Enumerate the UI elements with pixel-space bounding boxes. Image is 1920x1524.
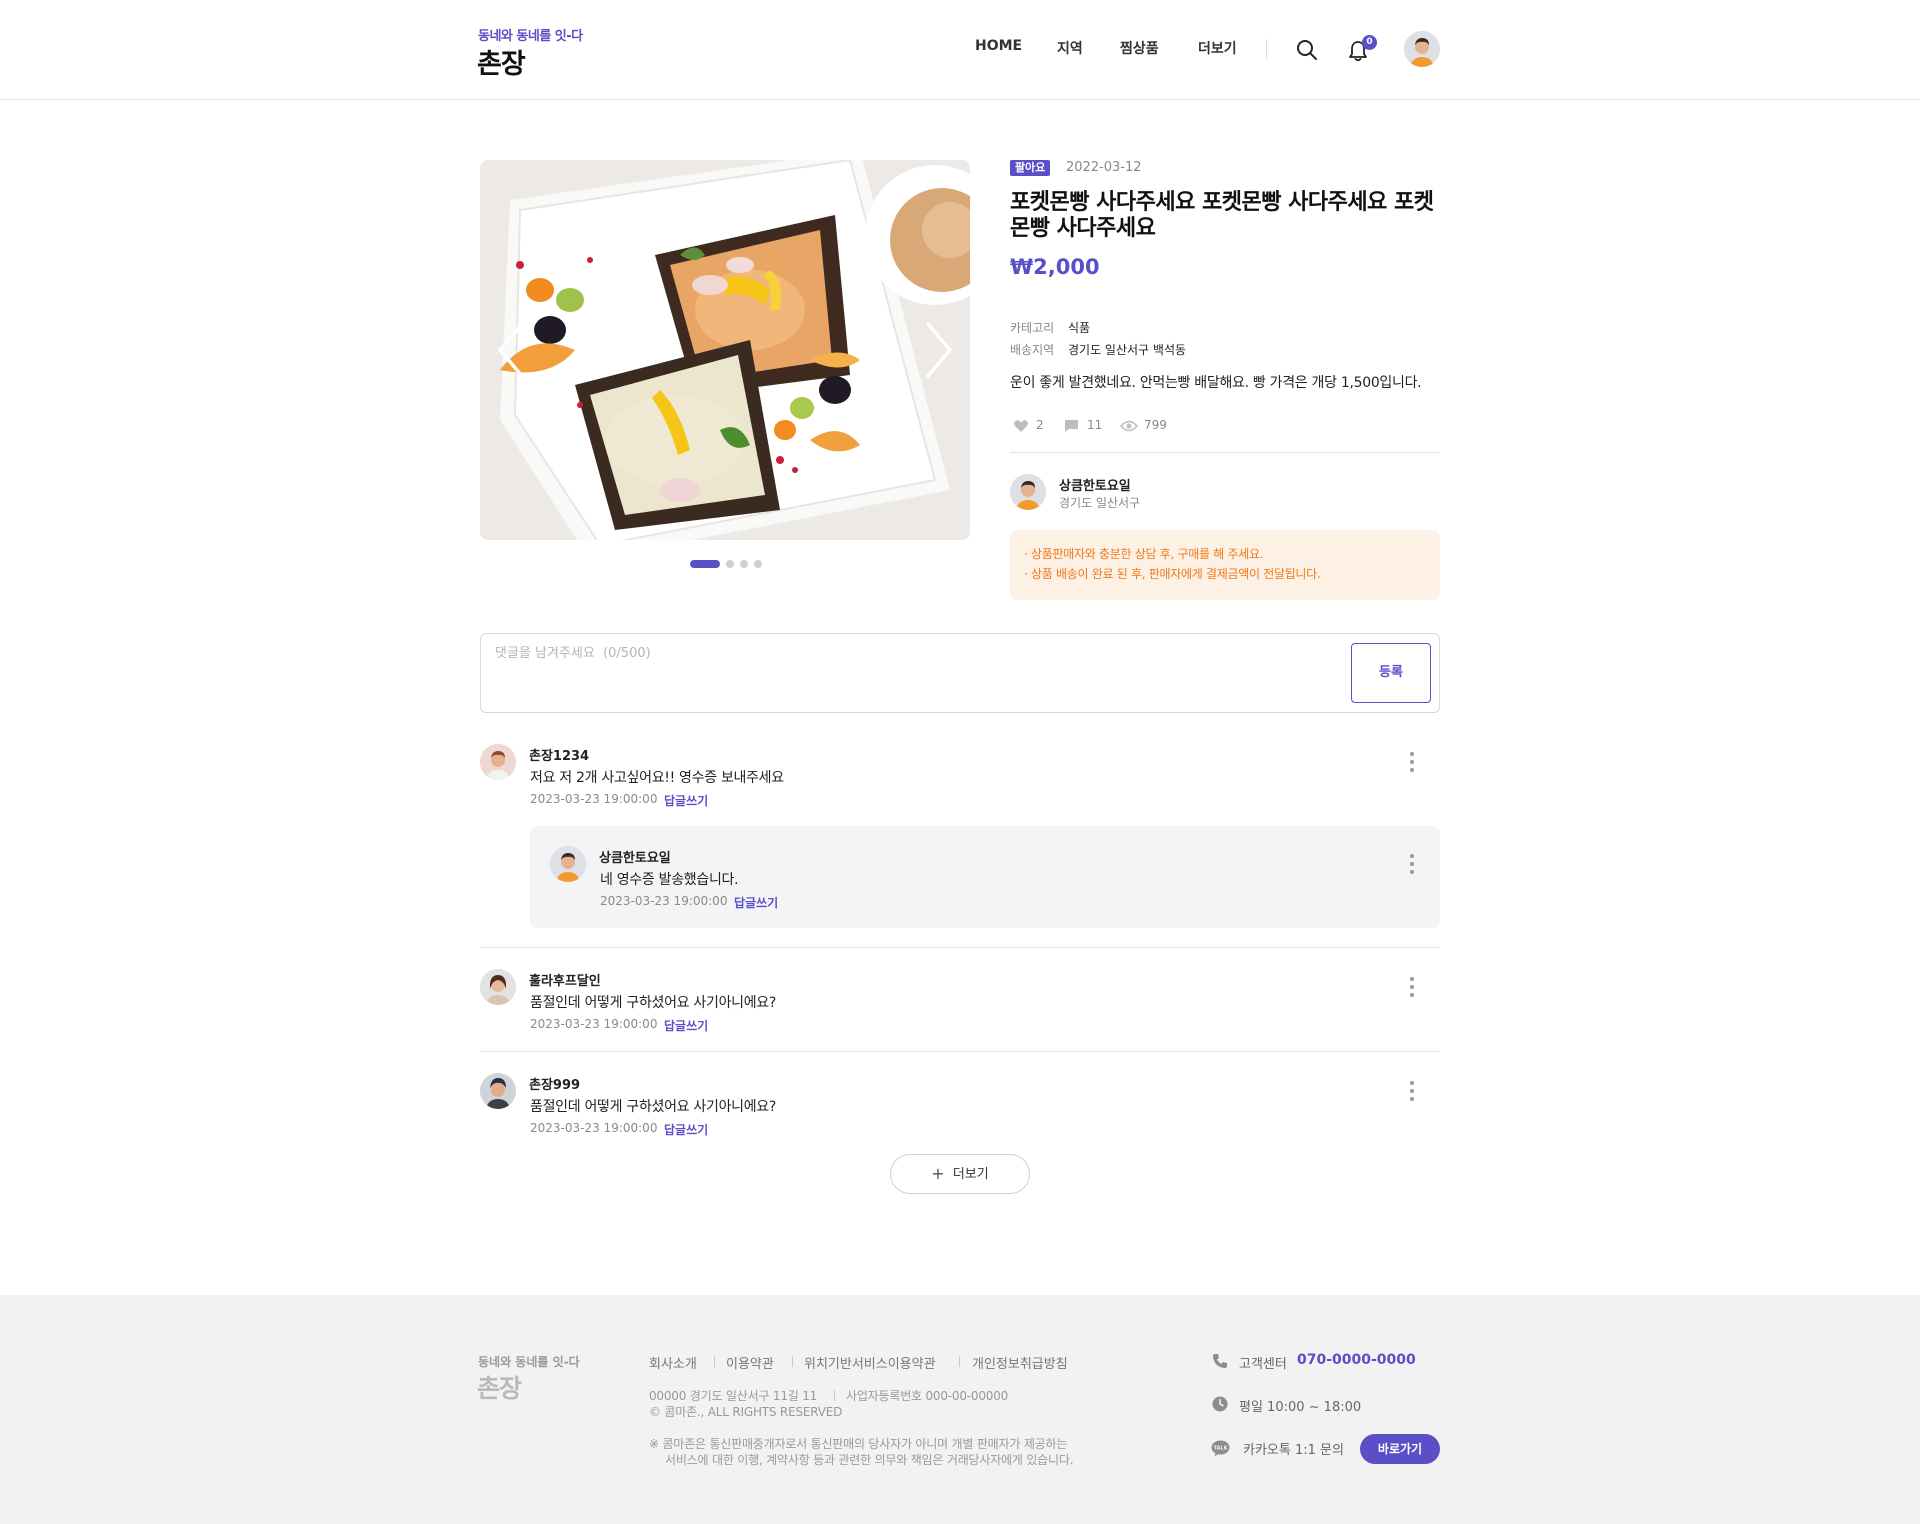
kebab-icon[interactable] bbox=[1402, 750, 1422, 774]
product-price: ₩2,000 bbox=[1010, 255, 1100, 279]
site-header: 동네와 동네를 잇-다 촌장 HOME 지역 찜상품 더보기 0 bbox=[0, 0, 1920, 100]
product-image bbox=[480, 160, 970, 540]
heart-icon[interactable] bbox=[1013, 419, 1029, 433]
kebab-icon[interactable] bbox=[1402, 1079, 1422, 1103]
footer-link-location-terms[interactable]: 위치기반서비스이용약관 bbox=[804, 1353, 936, 1372]
comment-text: 품절인데 어떻게 구하셨어요 사기아니에요? bbox=[530, 995, 777, 1011]
comment-text: 네 영수증 발송했습니다. bbox=[600, 872, 739, 888]
comment-input[interactable] bbox=[495, 646, 1315, 661]
region-value: 경기도 일산서구 백석동 bbox=[1068, 343, 1187, 357]
comment-author[interactable]: 훌라후프달인 bbox=[529, 970, 601, 989]
footer-link-privacy[interactable]: 개인정보취급방침 bbox=[972, 1353, 1068, 1372]
footer-business-number: 사업자등록번호 000-00-00000 bbox=[846, 1389, 1009, 1403]
comment-submit-button[interactable]: 등록 bbox=[1351, 643, 1431, 703]
seller-avatar[interactable] bbox=[1010, 474, 1046, 510]
load-more-label: 더보기 bbox=[952, 1167, 989, 1182]
comment-author[interactable]: 촌장999 bbox=[529, 1074, 580, 1093]
eye-icon bbox=[1120, 420, 1138, 432]
comment-author[interactable]: 촌장1234 bbox=[529, 745, 589, 764]
nav-more[interactable]: 더보기 bbox=[1198, 38, 1237, 58]
nav-divider bbox=[1266, 39, 1267, 59]
reply-button[interactable]: 답글쓰기 bbox=[734, 894, 778, 911]
site-footer: 동네와 동네를 잇-다 촌장 회사소개 이용약관 위치기반서비스이용약관 개인정… bbox=[0, 1295, 1920, 1524]
comment-date: 2023-03-23 19:00:00 bbox=[530, 1017, 658, 1031]
view-count: 799 bbox=[1144, 418, 1167, 432]
kebab-icon[interactable] bbox=[1402, 975, 1422, 999]
nav-home[interactable]: HOME bbox=[975, 38, 1022, 54]
footer-info-divider bbox=[834, 1390, 835, 1401]
footer-logo: 촌장 bbox=[477, 1374, 522, 1403]
load-more-button[interactable]: + 더보기 bbox=[890, 1154, 1030, 1194]
comment-text: 품절인데 어떻게 구하셨어요 사기아니에요? bbox=[530, 1099, 777, 1115]
footer-link-terms[interactable]: 이용약관 bbox=[726, 1353, 774, 1372]
footer-disclaimer: 서비스에 대한 이행, 계약사항 등과 관련한 의무와 책임은 거래당사자에게 … bbox=[665, 1453, 1074, 1467]
category-value: 식품 bbox=[1068, 321, 1091, 335]
phone-icon bbox=[1213, 1354, 1227, 1368]
footer-copyright: © 콤마존., ALL RIGHTS RESERVED bbox=[649, 1405, 843, 1419]
reply-button[interactable]: 답글쓰기 bbox=[664, 792, 708, 809]
carousel-dot[interactable] bbox=[754, 560, 762, 568]
footer-link-divider bbox=[959, 1356, 960, 1367]
comment-avatar[interactable] bbox=[480, 969, 516, 1005]
footer-link-company[interactable]: 회사소개 bbox=[649, 1353, 697, 1372]
chevron-right-icon[interactable] bbox=[920, 318, 956, 382]
footer-tagline: 동네와 동네를 잇-다 bbox=[478, 1355, 580, 1369]
kakao-talk-icon: TALK bbox=[1211, 1440, 1230, 1457]
chevron-left-icon[interactable] bbox=[494, 318, 530, 382]
comment-avatar[interactable] bbox=[480, 744, 516, 780]
kebab-icon[interactable] bbox=[1402, 852, 1422, 876]
carousel-dot[interactable] bbox=[726, 560, 734, 568]
post-date: 2022-03-12 bbox=[1066, 160, 1142, 175]
footer-address: 00000 경기도 일산서구 11길 11 bbox=[649, 1389, 818, 1403]
reply-button[interactable]: 답글쓰기 bbox=[664, 1017, 708, 1034]
nav-region[interactable]: 지역 bbox=[1057, 38, 1083, 58]
comment-date: 2023-03-23 19:00:00 bbox=[600, 894, 728, 908]
plus-icon: + bbox=[931, 1164, 945, 1183]
notice-line: · 상품 배송이 완료 된 후, 판매자에게 결제금액이 전달됩니다. bbox=[1024, 567, 1321, 581]
search-icon[interactable] bbox=[1296, 39, 1318, 61]
comment-text: 저요 저 2개 사고싶어요!! 영수증 보내주세요 bbox=[530, 770, 784, 786]
product-title: 포켓몬빵 사다주세요 포켓몬빵 사다주세요 포켓몬빵 사다주세요 bbox=[1010, 190, 1434, 241]
cs-hours: 평일 10:00 ~ 18:00 bbox=[1239, 1400, 1362, 1415]
notice-line: · 상품판매자와 충분한 상담 후, 구매를 해 주세요. bbox=[1024, 547, 1264, 561]
purchase-notice: · 상품판매자와 충분한 상담 후, 구매를 해 주세요. · 상품 배송이 완… bbox=[1010, 530, 1440, 600]
carousel-dot-active[interactable] bbox=[690, 560, 720, 568]
comment-divider bbox=[480, 947, 1440, 948]
comment-date: 2023-03-23 19:00:00 bbox=[530, 1121, 658, 1135]
footer-link-divider bbox=[714, 1356, 715, 1367]
comment-icon bbox=[1065, 420, 1078, 432]
comment-form: 등록 bbox=[480, 633, 1440, 713]
comment-divider bbox=[480, 1051, 1440, 1052]
clock-icon bbox=[1212, 1396, 1228, 1412]
nav-wishlist[interactable]: 찜상품 bbox=[1120, 38, 1159, 58]
seller-location: 경기도 일산서구 bbox=[1059, 496, 1141, 510]
comment-count: 11 bbox=[1087, 418, 1103, 432]
seller-name[interactable]: 상큼한토요일 bbox=[1059, 475, 1131, 494]
reply-button[interactable]: 답글쓰기 bbox=[664, 1121, 708, 1138]
category-label: 카테고리 bbox=[1010, 321, 1055, 335]
carousel-dot[interactable] bbox=[740, 560, 748, 568]
cs-label: 고객센터 bbox=[1239, 1357, 1287, 1372]
comment-date: 2023-03-23 19:00:00 bbox=[530, 792, 658, 806]
info-divider bbox=[1010, 452, 1440, 453]
user-avatar[interactable] bbox=[1404, 31, 1440, 67]
like-count: 2 bbox=[1036, 418, 1044, 432]
brand-logo[interactable]: 촌장 bbox=[477, 42, 526, 81]
comment-author[interactable]: 상큼한토요일 bbox=[599, 847, 671, 866]
product-description: 운이 좋게 발견했네요. 안먹는빵 배달해요. 빵 가격은 개당 1,500입니… bbox=[1010, 375, 1422, 391]
cs-phone[interactable]: 070-0000-0000 bbox=[1297, 1352, 1416, 1368]
kakao-icon-text: TALK bbox=[1214, 1446, 1229, 1452]
region-label: 배송지역 bbox=[1010, 343, 1055, 357]
kakao-label: 카카오톡 1:1 문의 bbox=[1243, 1443, 1344, 1458]
footer-link-divider bbox=[792, 1356, 793, 1367]
kakao-go-button[interactable]: 바로가기 bbox=[1360, 1434, 1440, 1464]
comment-avatar[interactable] bbox=[480, 1073, 516, 1109]
notification-badge: 0 bbox=[1362, 35, 1377, 50]
footer-disclaimer: ※ 콤마존은 통신판매중개자로서 통신판매의 당사자가 아니며 개별 판매자가 … bbox=[649, 1437, 1068, 1451]
sell-badge: 팔아요 bbox=[1010, 160, 1051, 176]
comment-avatar[interactable] bbox=[550, 846, 586, 882]
